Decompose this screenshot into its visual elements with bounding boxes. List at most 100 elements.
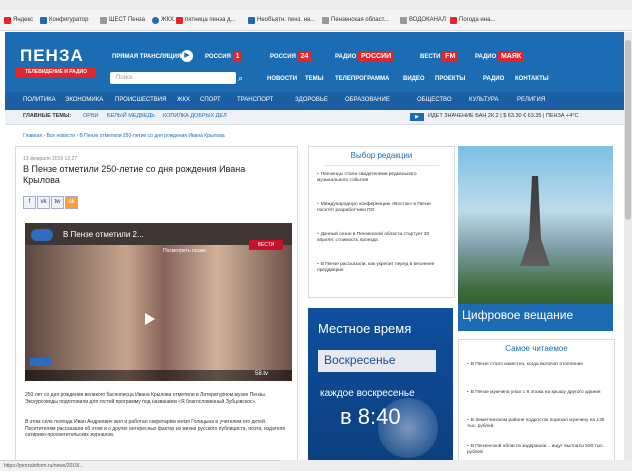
bookmark-item[interactable]: Конфигуратор [40,14,88,26]
nav-tv-program[interactable]: ТЕЛЕПРОГРАММА [335,76,389,82]
digital-broadcast-label: Цифровое вещание [462,308,574,322]
nav-news[interactable]: НОВОСТИ [267,76,297,82]
video-controls[interactable] [25,370,292,381]
most-read-item[interactable]: • В Пензе стало известно, когда включат о… [467,362,607,368]
category-housing[interactable]: ЖКХ [177,97,190,103]
broadcast-icon: ▶ [410,113,424,121]
most-read: Самое читаемое • В Пензе стало известно, … [458,339,615,464]
bookmark-icon [322,16,329,24]
most-read-title: Самое читаемое [505,344,568,353]
status-bar: https://penzainform.ru/news/2019/... [0,460,280,471]
video-logo-badge [30,358,52,366]
twitter-share-icon[interactable]: tw [51,196,64,209]
bookmark-icon [248,16,255,24]
topics-bar: ГЛАВНЫЕ ТЕМЫ: ОРВИ БЕЛЫЙ МЕДВЕДЬ КОПИЛКА… [5,110,624,125]
bookmark-icon [400,16,407,24]
search-input[interactable]: Поиск [110,72,236,84]
editors-choice-item[interactable]: • Дачный сезон в Пензенской области старт… [317,232,447,244]
video-source: 58.tv [255,371,269,377]
search-icon[interactable]: ⌕ [238,72,250,84]
nav-projects[interactable]: ПРОЕКТЫ [435,76,465,82]
most-read-item[interactable]: • В Пензе мужчина упал с 8 этажа на крышу… [467,390,607,396]
article-card: 13 февраля 2019 12:27 В Пензе отметили 2… [15,146,298,464]
bookmark-icon [450,16,457,24]
facebook-share-icon[interactable]: f [23,196,36,209]
play-icon[interactable]: ▶ [181,50,193,62]
watch-later-label[interactable]: Посмотреть позже [163,248,206,254]
main-topics-label: ГЛАВНЫЕ ТЕМЫ: [23,113,72,119]
category-sport[interactable]: СПОРТ [200,97,221,103]
channel-logo [31,229,53,241]
bookmark-icon [100,16,107,24]
most-read-item[interactable]: • В Пензенской области задержали... ищут … [467,444,607,456]
bookmark-icon [176,16,183,24]
vk-share-icon[interactable]: vk [37,196,50,209]
article-paragraph: В этом селе полгода Иван Андреевич жил и… [25,419,286,438]
editors-choice-item[interactable]: • Пензенцы стали свидетелями редкального … [317,172,447,184]
bookmark-item[interactable]: ШЕСТ Пенза [100,14,145,26]
vesti-badge: ВЕСТИ [249,240,283,250]
bookmark-item[interactable]: Яндекс [4,14,33,26]
article-date: 13 февраля 2019 12:27 [23,156,78,162]
video-player[interactable]: В Пензе отметили 2... Посмотреть позже В… [25,223,292,381]
topic-link[interactable]: БЕЛЫЙ МЕДВЕДЬ [107,113,155,119]
play-icon[interactable] [145,313,155,325]
topic-link[interactable]: КОПИЛКА ДОБРЫХ ДЕЛ [163,113,227,119]
breadcrumb[interactable]: Главная › Все новости › В Пензе отметили… [23,133,225,139]
nav-radio[interactable]: РАДИО [483,76,504,82]
category-health[interactable]: ЗДОРОВЬЕ [295,97,328,103]
nav-contacts[interactable]: КОНТАКТЫ [515,76,549,82]
every-sunday-label: каждое воскресенье [320,388,415,399]
category-education[interactable]: ОБРАЗОВАНИЕ [345,97,390,103]
editors-choice-item[interactable]: • Международную конференцию «Восток» в Пе… [317,202,447,214]
bookmark-icon [152,16,159,24]
most-read-item[interactable]: • В Земетчинском районе подросток порезал… [467,418,607,430]
nav-video[interactable]: ВИДЕО [403,76,425,82]
site-logo-subtitle: ТЕЛЕВИДЕНИЕ И РАДИО [16,67,96,77]
video-title: В Пензе отметили 2... [63,230,144,239]
air-time: в 8:40 [340,404,401,429]
bookmark-icon [4,16,11,24]
topic-link[interactable]: ОРВИ [83,113,99,119]
category-politics[interactable]: ПОЛИТИКА [23,97,56,103]
article-title: В Пензе отметили 250-летие со дня рожден… [23,164,246,185]
bookmark-item[interactable]: Пензенская област... [322,14,389,26]
web-page: ПЕНЗА ТЕЛЕВИДЕНИЕ И РАДИО ПРЯМАЯ ТРАНСЛЯ… [5,32,624,464]
category-nav: ПОЛИТИКА ЭКОНОМИКА ПРОИСШЕСТВИЯ ЖКХ СПОР… [5,92,624,110]
category-economy[interactable]: ЭКОНОМИКА [65,97,103,103]
site-header: ПЕНЗА ТЕЛЕВИДЕНИЕ И РАДИО ПРЯМАЯ ТРАНСЛЯ… [5,32,624,92]
ok-share-icon[interactable]: ok [65,196,78,209]
digital-broadcast-banner[interactable]: Цифровое вещание [458,146,613,331]
scrollbar-thumb[interactable] [625,40,631,220]
bookmark-item[interactable]: ЖКХ [152,14,174,26]
editors-choice-item[interactable]: • В Пензе рассказали, как укрепит перед в… [317,262,447,274]
vesti-fm-link[interactable]: ВЕСТИ FM [420,52,459,61]
bookmark-item[interactable]: ВОДОКАНАЛ [400,14,446,26]
video-frame [25,245,292,381]
local-time-banner[interactable]: Местное время Воскресенье каждое воскрес… [308,308,453,464]
nav-topics[interactable]: ТЕМЫ [305,76,324,82]
bookmark-icon [40,16,47,24]
article-paragraph: 250 лет со дня рождения великого баснопи… [25,392,267,405]
category-incidents[interactable]: ПРОИСШЕСТВИЯ [115,97,166,103]
editors-choice: Выбор редакции • Пензенцы стали свидетеля… [308,146,455,298]
browser-toolbar [0,0,632,10]
radio-russia-link[interactable]: РАДИО РОССИИ [335,52,395,61]
radio-mayak-link[interactable]: РАДИО МАЯК [475,52,525,61]
site-logo[interactable]: ПЕНЗА [20,46,84,66]
divider [324,165,439,166]
category-culture[interactable]: КУЛЬТУРА [469,97,499,103]
category-religion[interactable]: РЕЛИГИЯ [517,97,545,103]
monument-image [520,176,550,266]
russia24-link[interactable]: РОССИЯ 24 [270,52,312,61]
bookmark-item[interactable]: Погода ина... [450,14,495,26]
category-society[interactable]: ОБЩЕСТВО [417,97,452,103]
bookmark-item[interactable]: пятница пенза д... [176,14,236,26]
bookmarks-bar: Яндекс Конфигуратор ШЕСТ Пенза ЖКХ пятни… [0,10,632,31]
category-transport[interactable]: ТРАНСПОРТ [237,97,273,103]
russia1-link[interactable]: РОССИЯ 1 [205,52,243,61]
horizontal-scrollbar[interactable] [280,460,632,471]
bookmark-item[interactable]: Необъятн. пенз. на... [248,14,315,26]
sunday-label: Воскресенье [324,353,396,367]
live-broadcast-link[interactable]: ПРЯМАЯ ТРАНСЛЯЦИЯ [112,54,181,60]
